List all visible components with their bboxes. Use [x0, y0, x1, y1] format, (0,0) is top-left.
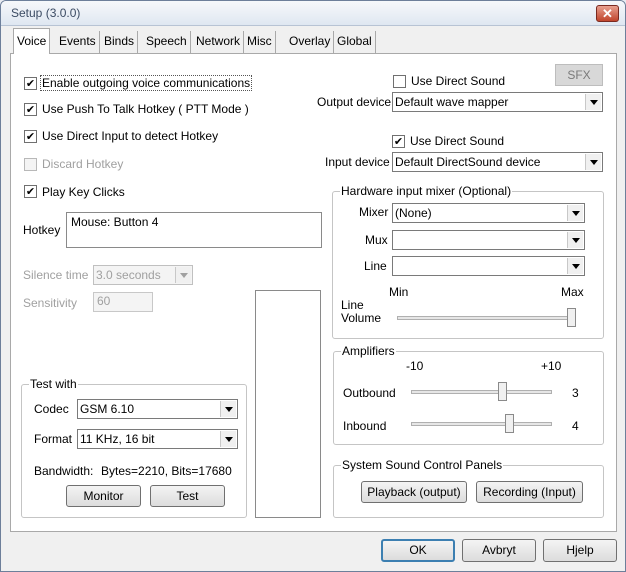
outbound-track: [411, 390, 552, 394]
codec-select[interactable]: GSM 6.10: [77, 399, 238, 419]
discard-hotkey-label: Discard Hotkey: [42, 157, 124, 171]
input-device-select[interactable]: Default DirectSound device: [392, 152, 603, 172]
amplifiers-max-label: +10: [541, 359, 562, 373]
push-to-talk-checkbox[interactable]: ✔: [24, 103, 37, 116]
tab-misc[interactable]: Misc: [244, 31, 276, 53]
mux-label: Mux: [365, 233, 388, 247]
codec-label: Codec: [34, 402, 69, 416]
line-volume-label-volume: Volume: [341, 311, 382, 325]
chevron-down-icon: [567, 205, 583, 221]
chevron-down-icon: [585, 94, 601, 110]
test-with-group: Test with Codec GSM 6.10 Format 11 KHz, …: [21, 377, 247, 518]
line-label: Line: [364, 259, 387, 273]
tab-voice[interactable]: Voice: [13, 28, 51, 54]
mixer-label: Mixer: [359, 205, 389, 219]
sensitivity-field[interactable]: 60: [93, 292, 153, 312]
output-direct-sound-checkbox[interactable]: [393, 75, 406, 88]
line-volume-track: [397, 316, 572, 320]
input-direct-sound-label: Use Direct Sound: [410, 134, 505, 148]
push-to-talk-label: Use Push To Talk Hotkey ( PTT Mode ): [42, 102, 249, 116]
sound-panels-legend: System Sound Control Panels: [341, 458, 504, 472]
monitor-button[interactable]: Monitor: [66, 485, 141, 507]
window-title: Setup (3.0.0): [11, 6, 81, 20]
input-device-label: Input device: [325, 155, 390, 169]
outbound-slider[interactable]: [498, 382, 507, 401]
enable-outgoing-checkbox[interactable]: ✔: [24, 77, 37, 90]
sfx-button[interactable]: SFX: [555, 64, 603, 86]
recording-input-button[interactable]: Recording (Input): [476, 481, 583, 503]
setup-window: Setup (3.0.0) ✕ Voice Events Binds Speec…: [0, 0, 626, 572]
cancel-button[interactable]: Avbryt: [462, 539, 536, 562]
ok-button[interactable]: OK: [381, 539, 455, 562]
hardware-mixer-group: Hardware input mixer (Optional) Mixer (N…: [332, 184, 604, 339]
chevron-down-icon: [567, 232, 583, 248]
playback-output-button[interactable]: Playback (output): [361, 481, 467, 503]
chevron-down-icon: [175, 267, 191, 283]
line-volume-min-label: Min: [389, 285, 409, 299]
format-label: Format: [34, 432, 73, 446]
amplifiers-min-label: -10: [406, 359, 424, 373]
close-icon: ✕: [602, 6, 613, 21]
line-volume-label-line: Line: [341, 298, 364, 312]
help-button[interactable]: Hjelp: [543, 539, 617, 562]
chevron-down-icon: [220, 401, 236, 417]
silence-time-select[interactable]: 3.0 seconds: [93, 265, 193, 285]
hotkey-label: Hotkey: [23, 223, 61, 237]
test-with-legend: Test with: [29, 377, 78, 391]
voice-tab-panel: ✔ Enable outgoing voice communications ✔…: [10, 53, 617, 532]
enable-outgoing-label: Enable outgoing voice communications: [39, 75, 253, 91]
line-volume-slider[interactable]: [567, 308, 576, 327]
mixer-select[interactable]: (None): [392, 203, 585, 223]
outbound-value: 3: [572, 386, 579, 400]
bandwidth-value: Bytes=2210, Bits=17680: [101, 464, 232, 478]
test-button[interactable]: Test: [150, 485, 225, 507]
close-button[interactable]: ✕: [596, 5, 619, 22]
play-key-clicks-label: Play Key Clicks: [42, 185, 125, 199]
play-key-clicks-checkbox[interactable]: ✔: [24, 185, 37, 198]
title-bar[interactable]: Setup (3.0.0) ✕: [1, 1, 625, 26]
output-device-label: Output device: [317, 95, 392, 109]
mux-select[interactable]: [392, 230, 585, 250]
amplifiers-legend: Amplifiers: [341, 344, 396, 358]
input-direct-sound-checkbox[interactable]: ✔: [392, 135, 405, 148]
output-device-select[interactable]: Default wave mapper: [392, 92, 603, 112]
line-select[interactable]: [392, 256, 585, 276]
tab-overlay[interactable]: Overlay: [286, 31, 335, 53]
chevron-down-icon: [585, 154, 601, 170]
outbound-label: Outbound: [343, 386, 396, 400]
inbound-track: [411, 422, 552, 426]
hardware-mixer-legend: Hardware input mixer (Optional): [340, 184, 513, 198]
line-volume-max-label: Max: [561, 285, 584, 299]
hotkey-field[interactable]: Mouse: Button 4: [66, 212, 322, 248]
output-direct-sound-label: Use Direct Sound: [411, 74, 506, 88]
silence-time-label: Silence time: [23, 268, 89, 282]
discard-hotkey-checkbox[interactable]: [24, 158, 37, 171]
amplifiers-group: Amplifiers -10 +10 Outbound 3 Inbound 4: [333, 344, 604, 445]
chevron-down-icon: [220, 431, 236, 447]
sound-panels-group: System Sound Control Panels Playback (ou…: [333, 458, 604, 518]
tab-events[interactable]: Events: [56, 31, 100, 53]
inbound-value: 4: [572, 419, 579, 433]
level-meter: [255, 290, 321, 518]
chevron-down-icon: [567, 258, 583, 274]
inbound-slider[interactable]: [505, 414, 514, 433]
direct-input-checkbox[interactable]: ✔: [24, 130, 37, 143]
tab-binds[interactable]: Binds: [101, 31, 139, 53]
direct-input-label: Use Direct Input to detect Hotkey: [42, 129, 219, 143]
sensitivity-label: Sensitivity: [23, 296, 78, 310]
format-select[interactable]: 11 KHz, 16 bit: [77, 429, 238, 449]
bandwidth-label: Bandwidth:: [34, 464, 94, 478]
tab-speech[interactable]: Speech: [143, 31, 191, 53]
tab-global[interactable]: Global: [334, 31, 376, 53]
inbound-label: Inbound: [343, 419, 387, 433]
tab-network[interactable]: Network: [193, 31, 245, 53]
